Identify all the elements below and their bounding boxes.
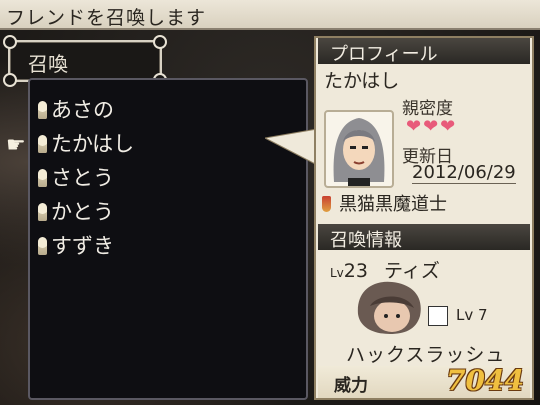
friend-item-katou[interactable]: かとう bbox=[38, 196, 114, 226]
updated-date: 2012/06/29 bbox=[412, 162, 516, 184]
summon-title: 召喚 bbox=[28, 52, 68, 76]
power-label: 威力 bbox=[334, 376, 368, 396]
friend-item-satou[interactable]: さとう bbox=[38, 162, 114, 192]
friend-name: すずき bbox=[51, 234, 114, 258]
friend-pin-icon bbox=[38, 135, 47, 153]
friend-name: あさの bbox=[51, 98, 114, 122]
friend-pin-icon bbox=[38, 169, 47, 187]
instruction-bar: フレンドを召喚します bbox=[0, 0, 540, 30]
power-value: 7044 bbox=[446, 364, 524, 397]
friend-item-asano[interactable]: あさの bbox=[38, 94, 114, 124]
profile-panel: プロフィール たかはし 親密度 ❤❤❤ 更新日 2012/06/29 黒猫黒魔道… bbox=[314, 36, 534, 400]
instruction-text: フレンドを召喚します bbox=[6, 7, 207, 29]
power-row: 威力 7044 bbox=[318, 364, 530, 398]
friend-pin-icon bbox=[38, 237, 47, 255]
medal-icon bbox=[322, 196, 331, 212]
friend-name: かとう bbox=[51, 200, 114, 224]
pointing-hand-cursor-icon: ☛ bbox=[6, 133, 26, 158]
profile-header-label: プロフィール bbox=[330, 44, 438, 65]
monster-portrait-icon bbox=[357, 281, 421, 334]
profile-header: プロフィール bbox=[318, 38, 530, 65]
friend-pin-icon bbox=[38, 101, 47, 119]
friend-pin-icon bbox=[38, 203, 47, 221]
summon-info-header-label: 召喚情報 bbox=[330, 230, 402, 251]
friend-title: 黒猫黒魔道士 bbox=[322, 190, 447, 216]
skill-icon bbox=[428, 306, 448, 326]
ornament-icon bbox=[3, 35, 17, 49]
friend-item-takahashi[interactable]: たかはし bbox=[38, 128, 134, 158]
intimacy-hearts-icon: ❤❤❤ bbox=[406, 116, 458, 137]
friend-name: さとう bbox=[51, 166, 114, 190]
summon-title-box: 召喚 bbox=[3, 35, 167, 87]
friend-name-display: たかはし bbox=[324, 70, 400, 92]
friend-name: たかはし bbox=[51, 132, 135, 156]
mii-avatar-icon bbox=[333, 118, 385, 186]
skill-level: Lv 7 bbox=[456, 306, 488, 324]
avatar bbox=[324, 110, 394, 188]
skill-name: ハックスラッシュ bbox=[346, 344, 506, 366]
ornament-icon bbox=[153, 35, 167, 49]
ornament-icon bbox=[3, 73, 17, 87]
summon-info-header: 召喚情報 bbox=[318, 224, 530, 251]
friend-title-text: 黒猫黒魔道士 bbox=[339, 194, 447, 215]
friend-item-suzuki[interactable]: すずき bbox=[38, 230, 114, 260]
monster-lv-prefix: Lv bbox=[330, 266, 344, 280]
